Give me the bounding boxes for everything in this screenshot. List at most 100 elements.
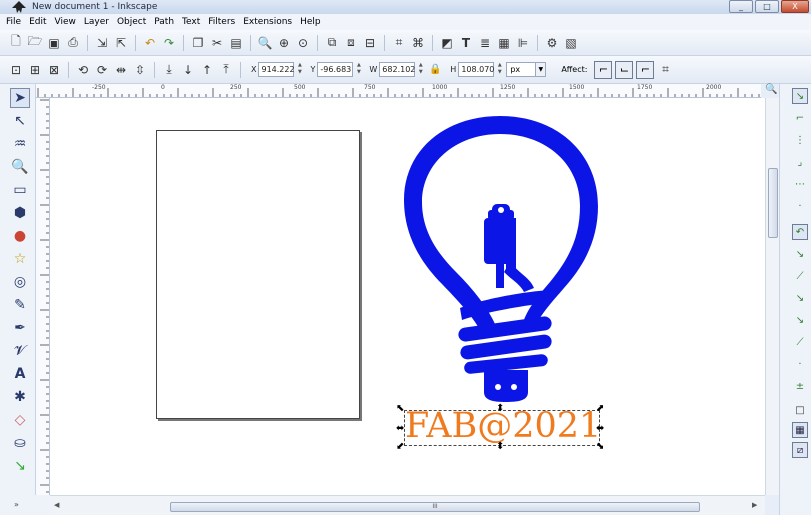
ellipse-tool-icon[interactable]: ● <box>10 226 30 246</box>
rotate-cw-icon[interactable]: ⟳ <box>94 62 110 78</box>
y-spinner[interactable]: ▲ ▼ <box>355 62 362 77</box>
ungroup-icon[interactable]: ⌘ <box>410 35 426 51</box>
redo-icon[interactable]: ↷ <box>161 35 177 51</box>
text-font-icon[interactable]: T <box>458 35 474 51</box>
horizontal-scroll-thumb[interactable]: III <box>170 502 700 512</box>
snap-smooth-nodes-icon[interactable]: ↘ <box>792 312 808 328</box>
flip-vertical-icon[interactable]: ⇳ <box>132 62 148 78</box>
rotate-ccw-icon[interactable]: ⟲ <box>75 62 91 78</box>
lock-proportions-icon[interactable]: 🔒 <box>427 62 443 78</box>
x-input[interactable]: 914.222 <box>258 62 295 77</box>
spray-tool-icon[interactable]: ✱ <box>10 387 30 407</box>
lower-icon[interactable]: ↓ <box>180 62 196 78</box>
fill-stroke-icon[interactable]: ◩ <box>439 35 455 51</box>
copy-icon[interactable]: ❐ <box>190 35 206 51</box>
x-spinner[interactable]: ▲ ▼ <box>296 62 303 77</box>
snap-object-centers-icon[interactable]: · <box>792 356 808 372</box>
h-input[interactable]: 108.070 <box>458 62 494 77</box>
snap-rotation-centers-icon[interactable]: ± <box>792 378 808 394</box>
selector-tool-icon[interactable]: ➤ <box>10 88 30 108</box>
resize-handle-right[interactable]: ⬌ <box>596 424 604 434</box>
layers-icon[interactable]: ≣ <box>477 35 493 51</box>
horizontal-scrollbar[interactable]: ◀ III ▶ <box>50 495 765 515</box>
menu-view[interactable]: View <box>51 17 80 27</box>
snap-bbox-icon[interactable]: ⌐ <box>792 110 808 126</box>
cut-icon[interactable]: ✂ <box>209 35 225 51</box>
undo-icon[interactable]: ↶ <box>142 35 158 51</box>
resize-handle-bottom-left[interactable]: ⬋ <box>396 442 404 452</box>
zoom-drawing-icon[interactable]: ⊕ <box>276 35 292 51</box>
save-icon[interactable]: ▣ <box>46 35 62 51</box>
zoom-selection-icon[interactable]: 🔍 <box>257 35 273 51</box>
unlink-clone-icon[interactable]: ⊟ <box>362 35 378 51</box>
paint-bucket-tool-icon[interactable]: ⛀ <box>10 433 30 453</box>
transform-gradients-toggle[interactable]: ⌐ <box>636 60 655 79</box>
align-distribute-icon[interactable]: ⊫ <box>515 35 531 51</box>
menu-help[interactable]: Help <box>296 17 325 27</box>
menu-edit[interactable]: Edit <box>25 17 50 27</box>
transform-patterns-icon[interactable]: ⌗ <box>657 62 673 78</box>
menu-file[interactable]: File <box>2 17 25 27</box>
deselect-icon[interactable]: ⊠ <box>46 62 62 78</box>
resize-handle-top-left[interactable]: ⬉ <box>396 404 404 414</box>
lightbulb-graphic[interactable] <box>400 112 605 402</box>
snap-grids-icon[interactable]: ▦ <box>792 422 808 438</box>
import-icon[interactable]: ⇲ <box>94 35 110 51</box>
drawing-canvas[interactable]: FAB@2021 ⬉ ⬍ ⬈ ⬌ ⬌ ⬋ ⬍ ⬊ <box>50 98 765 495</box>
export-icon[interactable]: ⇱ <box>113 35 129 51</box>
resize-handle-bottom[interactable]: ⬍ <box>496 442 504 452</box>
open-folder-icon[interactable]: 🗁 <box>27 34 43 51</box>
raise-top-icon[interactable]: ⤒ <box>218 62 234 78</box>
raise-icon[interactable]: ↑ <box>199 62 215 78</box>
resize-handle-top[interactable]: ⬍ <box>496 404 504 414</box>
snap-nodes-icon[interactable]: ↶ <box>792 224 808 240</box>
scale-stroke-toggle[interactable]: ⌐ <box>594 60 613 79</box>
print-icon[interactable]: ⎙ <box>65 35 81 51</box>
calligraphy-tool-icon[interactable]: 𝓥 <box>10 341 30 361</box>
snap-bbox-corners-icon[interactable]: ⌟ <box>792 154 808 170</box>
3d-box-tool-icon[interactable]: ⬢ <box>10 203 30 223</box>
xml-editor-icon[interactable]: ▦ <box>496 35 512 51</box>
preferences-icon[interactable]: ⚙ <box>544 35 560 51</box>
resize-handle-bottom-right[interactable]: ⬊ <box>596 442 604 452</box>
zoom-corner-icon[interactable]: 🔍 <box>765 84 779 98</box>
snap-bbox-centers-icon[interactable]: · <box>792 198 808 214</box>
resize-handle-left[interactable]: ⬌ <box>396 424 404 434</box>
h-spinner[interactable]: ▲ ▼ <box>496 62 503 77</box>
snap-enable-icon[interactable]: ↘ <box>792 88 808 104</box>
scroll-right-arrow-icon[interactable]: ▶ <box>752 501 757 509</box>
scroll-left-arrow-icon[interactable]: ◀ <box>54 501 59 509</box>
clone-icon[interactable]: ⧈ <box>343 35 359 51</box>
tweak-tool-icon[interactable]: ♒ <box>10 134 30 154</box>
unit-select[interactable]: px ▼ <box>506 62 547 77</box>
menu-path[interactable]: Path <box>150 17 178 27</box>
select-all-layers-icon[interactable]: ⊞ <box>27 62 43 78</box>
menu-filters[interactable]: Filters <box>204 17 239 27</box>
duplicate-icon[interactable]: ⧉ <box>324 35 340 51</box>
snap-cusp-nodes-icon[interactable]: ↘ <box>792 290 808 306</box>
snap-paths-icon[interactable]: ↘ <box>792 246 808 262</box>
snap-bbox-midpoints-icon[interactable]: ⋯ <box>792 176 808 192</box>
w-spinner[interactable]: ▲ ▼ <box>417 62 424 77</box>
resize-handle-top-right[interactable]: ⬈ <box>596 404 604 414</box>
toolbox-overflow[interactable]: » <box>0 495 50 515</box>
node-tool-icon[interactable]: ↖ <box>10 111 30 131</box>
document-properties-icon[interactable]: ▧ <box>563 35 579 51</box>
eraser-tool-icon[interactable]: ◇ <box>10 410 30 430</box>
menu-extensions[interactable]: Extensions <box>239 17 296 27</box>
menu-object[interactable]: Object <box>113 17 150 27</box>
maximize-button[interactable]: □ <box>755 0 779 13</box>
paste-icon[interactable]: ▤ <box>228 35 244 51</box>
close-button[interactable]: X <box>781 0 809 13</box>
y-input[interactable]: -96.683 <box>317 62 354 77</box>
snap-bbox-edges-icon[interactable]: ⋮ <box>792 132 808 148</box>
zoom-tool-icon[interactable]: 🔍 <box>10 157 30 177</box>
group-icon[interactable]: ⌗ <box>391 35 407 51</box>
lower-bottom-icon[interactable]: ⤓ <box>161 62 177 78</box>
connector-tool-icon[interactable]: ↘ <box>10 456 30 476</box>
vertical-scroll-thumb[interactable] <box>768 168 778 238</box>
vertical-scrollbar[interactable] <box>765 98 779 495</box>
spiral-tool-icon[interactable]: ◎ <box>10 272 30 292</box>
star-tool-icon[interactable]: ☆ <box>10 249 30 269</box>
rectangle-tool-icon[interactable]: ▭ <box>10 180 30 200</box>
